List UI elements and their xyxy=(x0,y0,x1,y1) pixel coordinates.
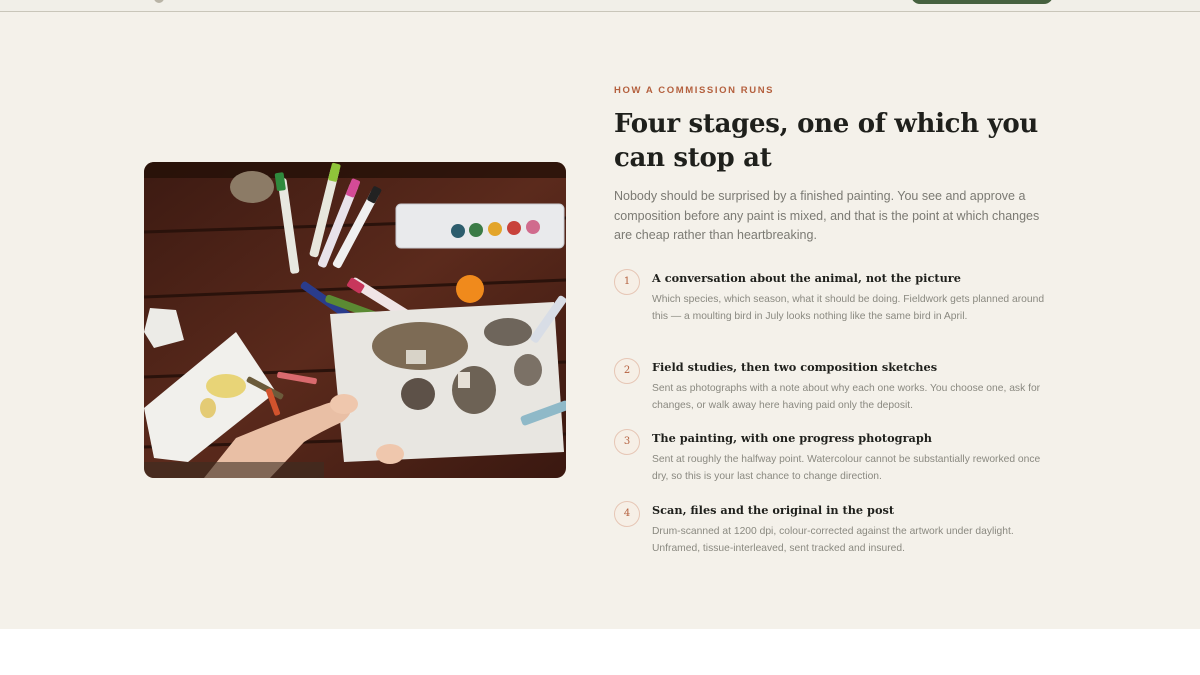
step-number-badge: 2 xyxy=(614,358,640,384)
step-title: Scan, files and the original in the post xyxy=(652,503,895,517)
step-description: Sent at roughly the halfway point. Water… xyxy=(652,454,1041,482)
header-logo[interactable] xyxy=(154,0,164,3)
section-intro: Nobody should be surprised by a finished… xyxy=(614,189,1040,243)
step-number-badge: 1 xyxy=(614,269,640,295)
step-number-badge: 4 xyxy=(614,501,640,527)
step-title: Field studies, then two composition sket… xyxy=(652,360,938,374)
section-eyebrow: HOW A COMMISSION RUNS xyxy=(614,85,775,96)
step-title: A conversation about the animal, not the… xyxy=(652,271,961,285)
step-description: Which species, which season, what it sho… xyxy=(652,294,1045,322)
kids-painting-rocks-photo xyxy=(144,162,566,478)
step-description: Sent as photographs with a note about wh… xyxy=(652,383,1041,411)
commission-process-section: HOW A COMMISSION RUNS Four stages, one o… xyxy=(0,12,1200,629)
site-header xyxy=(0,0,1200,12)
step-title: The painting, with one progress photogra… xyxy=(652,431,932,445)
header-cta-button[interactable] xyxy=(911,0,1053,4)
step-number-badge: 3 xyxy=(614,429,640,455)
section-heading: Four stages, one of which you can stop a… xyxy=(614,109,1039,173)
step-description: Drum-scanned at 1200 dpi, colour-correct… xyxy=(652,526,1014,554)
